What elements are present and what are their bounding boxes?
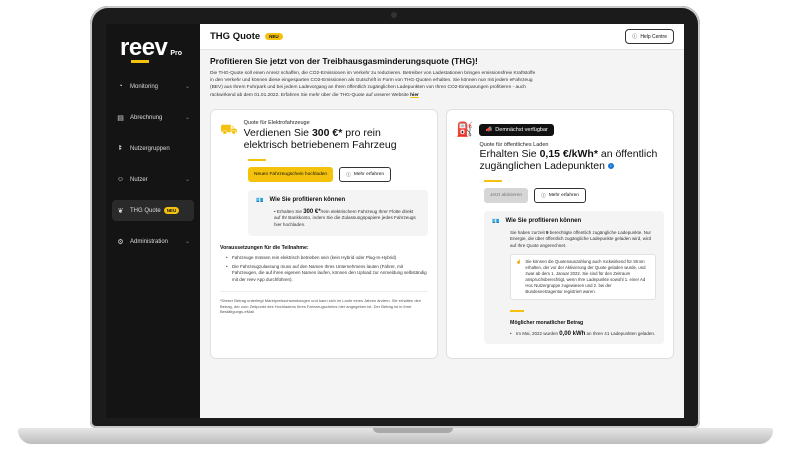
brand[interactable]: reev Pro <box>120 34 194 63</box>
ev-quota-card: ⛟ Quote für Elektrofahrzeuge Verdienen S… <box>210 108 438 359</box>
footnote: *Dieser Betrag unterliegt Marktpreisschw… <box>220 291 428 315</box>
chevron-down-icon: ⌄ <box>184 177 190 183</box>
benefit-text: Sie haben zurzeit 9 berechtigte öffentli… <box>510 229 652 248</box>
gauge-icon: ◔ <box>118 83 123 90</box>
chevron-down-icon: ⌄ <box>184 84 190 90</box>
info-circle-icon: ⓘ <box>346 172 351 178</box>
new-badge: NEU <box>265 33 283 40</box>
benefit-box: 💶 Wie Sie profitieren können • Erhalten … <box>248 189 428 236</box>
main-content: THG Quote NEU ⓘ Help Centre Profitieren … <box>200 24 684 418</box>
help-icon: ⓘ <box>632 34 638 40</box>
help-centre-button[interactable]: ⓘ Help Centre <box>625 29 674 44</box>
brand-logo: reev <box>120 34 168 63</box>
headline: Profitieren Sie jetzt von der Treibhausg… <box>210 56 478 66</box>
money-icon: 💶 <box>256 197 264 204</box>
chevron-down-icon: ⌄ <box>184 239 190 245</box>
content-area: Profitieren Sie jetzt von der Treibhausg… <box>200 50 684 365</box>
settings-sliders-icon: ⚙ <box>117 238 124 246</box>
megaphone-icon: 📣 <box>485 126 493 133</box>
monthly-amount-text: Im Mai, 2022 wurden 0,00 kWh an Ihren 41… <box>510 331 656 338</box>
user-icon: ☺ <box>116 176 125 183</box>
sidebar-item-label: Abrechnung <box>130 114 163 121</box>
benefit-text: • Erhalten Sie 300 €*/rein elektrischem … <box>274 208 416 227</box>
retroactive-note: ☝ Sie können die Quotenauszahlung auch r… <box>510 254 656 301</box>
hand-pointer-icon: ☝ <box>516 259 522 265</box>
money-icon: 💶 <box>492 218 500 225</box>
car-coins-icon: ⛟ <box>220 120 238 137</box>
leaf-icon: ❦ <box>117 207 124 215</box>
card-title: Verdienen Sie 300 €* pro rein elektrisch… <box>243 126 397 151</box>
sidebar-item-nutzergruppen[interactable]: ꔪ Nutzergruppen <box>112 138 194 159</box>
top-bar: THG Quote NEU ⓘ Help Centre <box>200 24 684 50</box>
charging-station-icon: ⛽ <box>456 120 474 137</box>
accent-divider <box>484 179 502 182</box>
chevron-down-icon: ⌄ <box>184 115 190 121</box>
learn-more-label: Mehr erfahren <box>548 192 579 198</box>
sidebar-item-nutzer[interactable]: ☺ Nutzer ⌄ <box>112 169 194 190</box>
sidebar-item-label: Nutzer <box>130 176 148 183</box>
upload-vehicle-registration-button[interactable]: Neuen Fahrzeugschein hochladen <box>248 166 334 182</box>
sidebar-item-monitoring[interactable]: ◔ Monitoring ⌄ <box>112 76 194 97</box>
monthly-amount-title: Möglicher monatlicher Betrag <box>510 320 584 327</box>
group-icon: ꔪ <box>118 144 123 152</box>
info-icon[interactable]: i <box>607 163 614 170</box>
info-circle-icon: ⓘ <box>541 193 546 199</box>
website-link[interactable]: hier <box>410 93 419 98</box>
benefit-title: 💶 Wie Sie profitieren können <box>492 218 582 225</box>
sidebar-item-abrechnung[interactable]: ▤ Abrechnung ⌄ <box>112 107 194 128</box>
requirement-item: Fahrzeuge müssen rein elektrisch betrieb… <box>226 255 428 262</box>
page-title: THG Quote <box>210 31 261 42</box>
sidebar-item-label: Monitoring <box>130 83 159 90</box>
card-title: Erhalten Sie 0,15 €/kWh* an öffentlich z… <box>479 147 658 172</box>
sidebar-item-label: Administration <box>130 238 169 245</box>
learn-more-button[interactable]: ⓘ Mehr erfahren <box>534 187 586 203</box>
public-charging-quota-card: ⛽ 📣 Demnächst verfügbar Quote für öffent… <box>446 108 674 359</box>
screen: reev Pro ◔ Monitoring ⌄ ▤ Abrechnung ⌄ ꔪ… <box>106 24 684 418</box>
card-kicker: Quote für Elektrofahrzeuge <box>243 119 310 126</box>
camera-dot <box>391 12 397 18</box>
requirement-item: Die Fahrzeugzulassung muss auf den Namen… <box>226 264 428 283</box>
sidebar-item-thg-quote[interactable]: ❦ THG Quote NEU <box>112 200 194 221</box>
laptop-notch <box>373 428 453 433</box>
sidebar: reev Pro ◔ Monitoring ⌄ ▤ Abrechnung ⌄ ꔪ… <box>106 24 200 418</box>
cards-row: ⛟ Quote für Elektrofahrzeuge Verdienen S… <box>210 108 674 359</box>
brand-suffix: Pro <box>170 50 183 57</box>
laptop-base <box>18 428 773 444</box>
sidebar-item-administration[interactable]: ⚙ Administration ⌄ <box>112 231 194 252</box>
sidebar-item-label: THG Quote <box>130 207 161 214</box>
accent-divider <box>510 310 524 313</box>
intro-body: Die THG-Quote soll einen Anreiz schaffen… <box>210 71 536 98</box>
laptop-frame: reev Pro ◔ Monitoring ⌄ ▤ Abrechnung ⌄ ꔪ… <box>90 6 700 428</box>
requirements-title: Voraussetzungen für die Teilnahme: <box>220 244 309 251</box>
activate-now-button[interactable]: Jetzt aktivieren <box>484 187 528 203</box>
invoice-icon: ▤ <box>117 114 124 122</box>
benefit-box: 💶 Wie Sie profitieren können Sie haben z… <box>484 210 664 345</box>
learn-more-label: Mehr erfahren <box>353 171 385 177</box>
new-badge: NEU <box>163 207 180 214</box>
intro-text: Die THG-Quote soll einen Anreiz schaffen… <box>210 70 540 99</box>
help-centre-label: Help Centre <box>640 33 667 40</box>
benefit-title: 💶 Wie Sie profitieren können <box>256 197 346 204</box>
coming-soon-badge: 📣 Demnächst verfügbar <box>479 123 554 136</box>
accent-divider <box>248 158 266 161</box>
sidebar-item-label: Nutzergruppen <box>130 145 170 152</box>
learn-more-button[interactable]: ⓘ Mehr erfahren <box>339 166 392 182</box>
